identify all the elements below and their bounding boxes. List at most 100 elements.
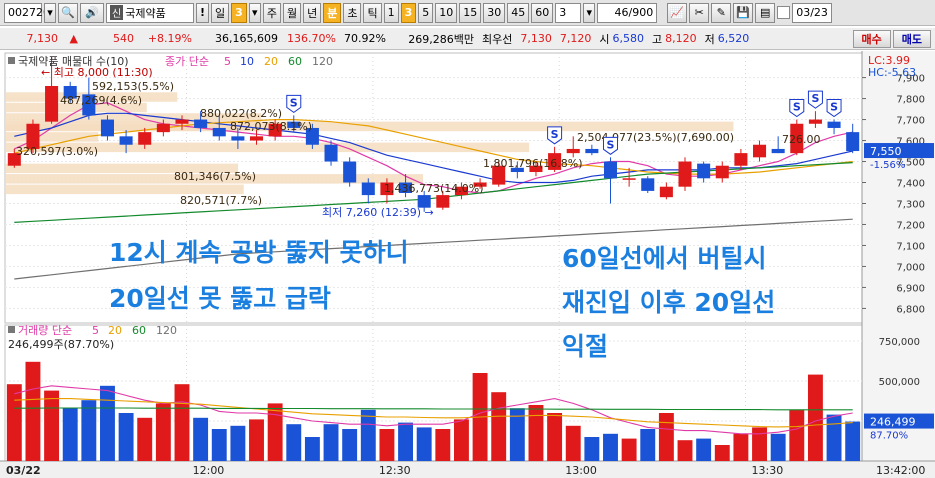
speaker-icon[interactable]: 🔊 [80,2,104,23]
low-price: 6,520 [717,32,750,45]
sell-button[interactable]: 매도 [892,29,931,48]
date-field[interactable]: 03/23 [792,2,833,23]
period-day-button[interactable]: 일 [211,2,230,23]
draw-tool-icon[interactable]: ✎ [711,2,732,23]
volume-bar [304,437,320,461]
search-icon[interactable]: 🔍 [58,2,78,23]
interval-1-button[interactable]: 1 [383,2,399,23]
volume-bar [640,429,656,461]
candle-body [603,161,618,179]
volume-bar [6,384,22,461]
volume-bar [789,409,805,461]
open-label: 시 [599,32,610,46]
buy-button[interactable]: 매수 [852,29,891,48]
candle-body [734,153,748,166]
volume-bar [826,414,842,461]
volume-bar [25,361,41,461]
period-second-button[interactable]: 초 [343,2,362,23]
low-label: 저 [704,32,715,46]
candle-body [156,123,170,133]
chart-toolbar: 002720 ▾ 🔍 🔊 신 국제약품 ! 일 3 ▾ 주 월 년 분 초 틱 1… [0,0,935,26]
candle-body [678,161,692,187]
interval-dropdown-icon[interactable]: ▾ [583,2,596,23]
interval-3-button[interactable]: 3 [400,2,417,23]
candle-body [827,121,841,128]
candle-body [212,127,226,137]
interval-5-button[interactable]: 5 [418,2,434,23]
period-month-button[interactable]: 월 [282,2,302,23]
interval-30-button[interactable]: 30 [483,2,506,23]
annotation-left-line1: 12시 계속 공방 뚫지 못하니 [109,238,409,267]
stock-name-field[interactable]: 신 국제약품 [106,2,194,23]
s-signal-letter: S [607,138,615,151]
volume-bar [658,413,674,461]
alert-button[interactable]: ! [196,2,210,23]
volume-bar [137,417,153,461]
high-marker: ← 최고 8,000 (11:30) [41,66,153,79]
period-year-button[interactable]: 년 [303,2,322,23]
volume-bar [44,390,60,461]
data-count-field[interactable]: 46/900 [597,2,658,23]
volume-bar [155,403,171,461]
time-label: 12:30 [379,464,411,477]
candle-body [659,186,673,198]
candle-body [715,165,729,179]
volume-bar [360,409,376,461]
interval-input[interactable]: 3 [555,2,582,23]
candle-body [194,119,208,128]
scissors-icon[interactable]: ✂ [689,2,710,23]
current-price: 7,130 ▲ [0,32,86,45]
high-label: 고 [652,32,663,46]
candle-body [45,85,59,122]
dropdown-chevron-icon[interactable]: ▾ [44,2,56,23]
order-buttons: 매수 매도 [852,29,935,48]
volume-bar [696,438,712,461]
chart-tool-icon[interactable]: 📈 [667,2,688,23]
volume-tick-label: 750,000 [879,337,920,348]
stock-code-input[interactable]: 002720 [4,2,50,23]
time-label: 03/22 [6,464,41,477]
period-dropdown-icon[interactable]: ▾ [248,2,261,23]
volume-total: 36,165,609 [215,32,278,45]
price-tick-label: 6,900 [896,283,925,294]
candle-body [585,148,599,154]
period-minute-button[interactable]: 분 [323,2,342,23]
current-price-pct: -1.56% [870,160,905,171]
price-change: 540 [113,32,134,45]
volume-profile-label: 592,153(5.5%) [92,80,174,93]
s-signal-letter: S [793,101,801,114]
volume-legend-square-icon [8,326,15,333]
volume-bar [211,429,227,461]
interval-45-button[interactable]: 45 [507,2,530,23]
volume-bar [342,429,358,461]
trade-amount: 269,286백만 [408,32,474,46]
price-tick-label: 7,800 [896,95,925,106]
volume-bar [286,424,302,461]
volume-profile-bar [5,184,244,195]
candle-body [361,182,375,196]
time-label-now: 13:42:00 [876,464,925,477]
candle-body [846,132,860,152]
interval-15-button[interactable]: 15 [459,2,482,23]
stock-name: 국제약품 [125,6,166,20]
interval-10-button[interactable]: 10 [435,2,458,23]
period-day-count[interactable]: 3 [231,2,247,23]
volume-bar [453,419,469,461]
period-tick-button[interactable]: 틱 [363,2,382,23]
high-price: 8,120 [665,32,697,45]
volume-bar [118,413,134,461]
interval-60-button[interactable]: 60 [531,2,554,23]
price-tick-label: 7,900 [896,74,925,85]
time-label: 13:00 [565,464,597,477]
period-week-button[interactable]: 주 [262,2,281,23]
ma-legend-120: 120 [312,55,333,68]
date-checkbox[interactable] [777,6,791,19]
save-icon[interactable]: 💾 [733,2,754,23]
volume-bar [621,438,637,461]
print-icon[interactable]: ▤ [755,2,776,23]
volume-readout: 246,499주(87.70%) [8,338,114,351]
current-volume-pct: 87.70% [870,431,908,442]
volume-profile-label: 801,346(7.5%) [174,170,256,183]
s-signal-letter: S [811,92,819,105]
s-signal-letter: S [830,101,838,114]
